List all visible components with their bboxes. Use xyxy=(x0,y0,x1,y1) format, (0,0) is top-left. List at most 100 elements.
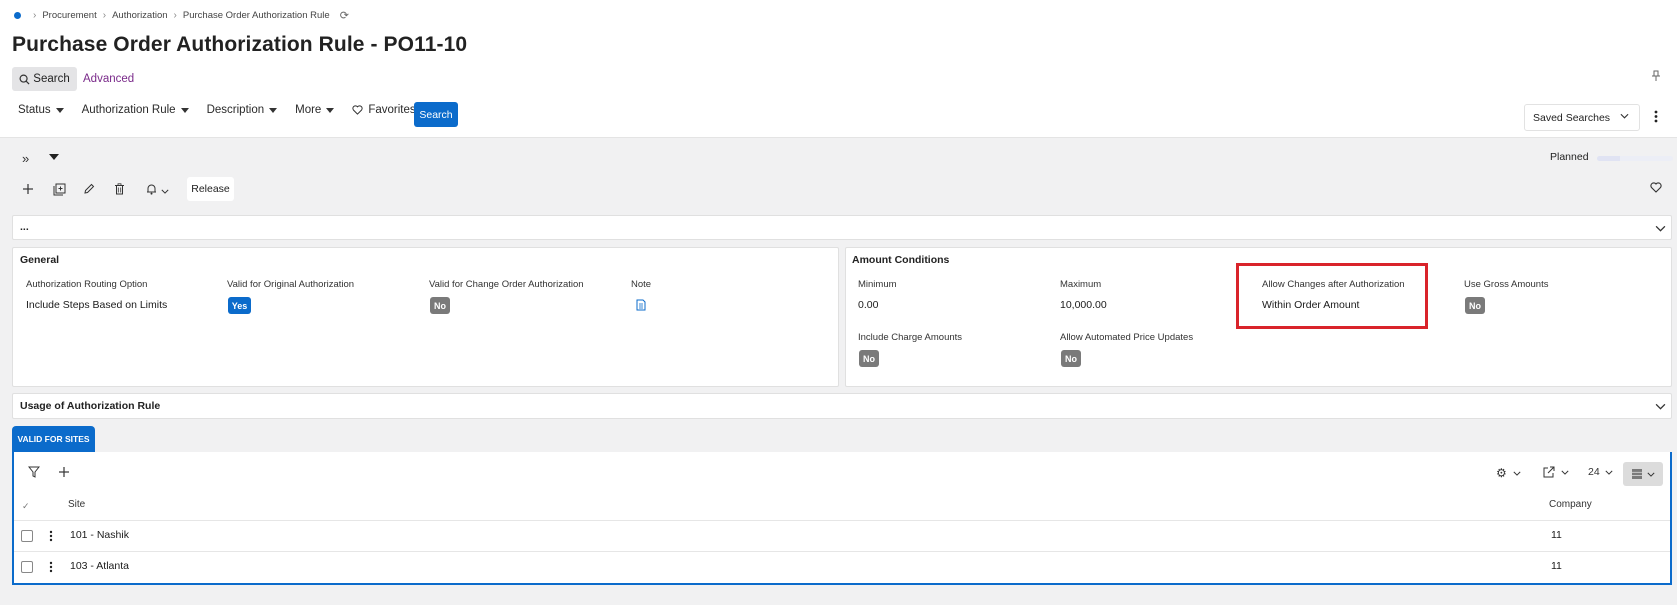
expand-all-icon[interactable]: » xyxy=(22,151,29,166)
allow-automated-price-updates-label: Allow Automated Price Updates xyxy=(1060,332,1194,343)
breadcrumb: › Procurement › Authorization › Purchase… xyxy=(12,8,349,22)
general-panel: General Authorization Routing Option Inc… xyxy=(12,247,839,387)
filter-icon[interactable] xyxy=(28,466,40,478)
use-gross-amounts-badge: No xyxy=(1465,297,1485,314)
search-mode-button[interactable]: Search xyxy=(12,67,77,91)
include-charge-amounts-label: Include Charge Amounts xyxy=(858,332,963,343)
favorite-heart-icon[interactable] xyxy=(1650,180,1662,198)
filter-more-label: More xyxy=(295,104,322,116)
favorites-button[interactable]: Favorites xyxy=(352,104,416,116)
filter-more[interactable]: More xyxy=(295,104,335,116)
gear-icon: ⚙ xyxy=(1496,466,1507,480)
caret-down-icon[interactable] xyxy=(49,154,59,160)
table-row[interactable]: 101 - Nashik 11 xyxy=(14,520,1670,550)
header-divider xyxy=(0,137,1677,138)
chevron-right-icon: › xyxy=(173,9,177,21)
breadcrumb-item-authorization[interactable]: Authorization xyxy=(112,10,167,21)
note-document-icon[interactable] xyxy=(636,299,646,311)
more-options-icon[interactable] xyxy=(1654,110,1658,128)
summary-panel[interactable]: ... xyxy=(12,215,1672,240)
caret-down-icon xyxy=(180,107,189,113)
saved-searches-select[interactable]: Saved Searches xyxy=(1524,104,1640,131)
filter-bar: Status Authorization Rule Description Mo… xyxy=(18,104,434,116)
valid-original-authorization-label: Valid for Original Authorization xyxy=(227,279,355,290)
refresh-icon[interactable]: ⟳ xyxy=(340,9,349,22)
saved-searches-label: Saved Searches xyxy=(1533,111,1611,124)
allow-automated-price-updates-badge: No xyxy=(1061,350,1081,367)
filter-authorization-rule[interactable]: Authorization Rule xyxy=(82,104,189,116)
highlight-box xyxy=(1236,263,1428,329)
heart-icon xyxy=(352,105,363,115)
company-cell: 11 xyxy=(1551,560,1562,572)
valid-change-order-authorization-badge: No xyxy=(430,297,450,314)
maximum-value: 10,000.00 xyxy=(1060,299,1107,311)
grid-settings-menu[interactable]: ⚙ xyxy=(1496,466,1521,480)
duplicate-icon[interactable] xyxy=(50,180,68,198)
search-button[interactable]: Search xyxy=(414,102,458,127)
add-row-icon[interactable] xyxy=(58,466,70,478)
breadcrumb-item-current: Purchase Order Authorization Rule xyxy=(182,9,330,21)
breadcrumb-item-procurement[interactable]: Procurement xyxy=(42,10,96,21)
select-all-check-icon[interactable]: ✓ xyxy=(22,501,30,512)
status-progress-bar xyxy=(1597,156,1673,161)
chevron-down-icon[interactable] xyxy=(1655,403,1666,410)
list-view-icon xyxy=(1631,469,1642,479)
filter-authorization-rule-label: Authorization Rule xyxy=(81,104,176,116)
row-menu-icon[interactable] xyxy=(49,561,53,573)
usage-panel[interactable]: Usage of Authorization Rule xyxy=(12,393,1672,419)
column-header-company[interactable]: Company xyxy=(1549,499,1592,510)
authorization-routing-option-label: Authorization Routing Option xyxy=(26,279,148,290)
general-panel-title: General xyxy=(20,254,60,266)
site-cell: 101 - Nashik xyxy=(70,529,129,541)
summary-panel-label: ... xyxy=(20,221,29,233)
amount-conditions-title: Amount Conditions xyxy=(852,254,950,266)
note-label: Note xyxy=(631,279,652,290)
usage-panel-title: Usage of Authorization Rule xyxy=(20,400,161,412)
page-title: Purchase Order Authorization Rule - PO11… xyxy=(12,33,468,56)
chevron-down-icon xyxy=(1620,113,1629,119)
minimum-value: 0.00 xyxy=(858,299,879,311)
status-progress-fill xyxy=(1597,156,1620,161)
sites-grid: ⚙ 24 ✓ Site Company 101 - Nashik 11 103 … xyxy=(12,452,1672,585)
view-mode-menu[interactable] xyxy=(1623,462,1663,486)
minimum-label: Minimum xyxy=(858,279,897,290)
release-button[interactable]: Release xyxy=(187,177,234,201)
add-icon[interactable] xyxy=(19,180,37,198)
advanced-search-link[interactable]: Advanced xyxy=(83,73,134,85)
chevron-down-icon xyxy=(1646,472,1655,477)
caret-down-icon xyxy=(326,107,335,113)
column-header-site[interactable]: Site xyxy=(68,499,85,510)
chevron-right-icon: › xyxy=(33,9,37,21)
use-gross-amounts-label: Use Gross Amounts xyxy=(1464,279,1549,290)
edit-icon[interactable] xyxy=(80,180,98,198)
delete-icon[interactable] xyxy=(110,180,128,198)
status-label: Planned xyxy=(1550,151,1589,163)
bell-icon xyxy=(146,184,156,195)
row-checkbox[interactable] xyxy=(21,561,33,573)
pin-icon[interactable] xyxy=(1651,70,1661,85)
chevron-down-icon[interactable] xyxy=(1655,225,1666,232)
favorites-label: Favorites xyxy=(368,104,416,116)
page-size-select[interactable]: 24 xyxy=(1588,466,1613,478)
chevron-right-icon: › xyxy=(102,9,107,21)
grid-export-menu[interactable] xyxy=(1543,466,1569,478)
authorization-routing-option-value: Include Steps Based on Limits xyxy=(26,299,168,311)
filter-description-label: Description xyxy=(206,104,265,116)
notification-bell-menu[interactable] xyxy=(141,180,173,198)
chevron-down-icon xyxy=(160,189,169,194)
tab-valid-for-sites[interactable]: VALID FOR SITES xyxy=(12,426,95,452)
export-icon xyxy=(1543,466,1555,478)
page-size-value: 24 xyxy=(1588,466,1600,478)
filter-status[interactable]: Status xyxy=(18,104,64,116)
filter-description[interactable]: Description xyxy=(207,104,278,116)
search-mode-label: Search xyxy=(33,73,70,85)
table-row[interactable]: 103 - Atlanta 11 xyxy=(14,551,1670,581)
valid-change-order-authorization-label: Valid for Change Order Authorization xyxy=(429,279,584,290)
chevron-down-icon xyxy=(1513,471,1521,476)
valid-original-authorization-badge: Yes xyxy=(228,297,251,314)
site-cell: 103 - Atlanta xyxy=(70,560,129,572)
row-menu-icon[interactable] xyxy=(49,530,53,542)
caret-down-icon xyxy=(269,107,278,113)
row-checkbox[interactable] xyxy=(21,530,33,542)
home-icon[interactable] xyxy=(14,11,21,19)
